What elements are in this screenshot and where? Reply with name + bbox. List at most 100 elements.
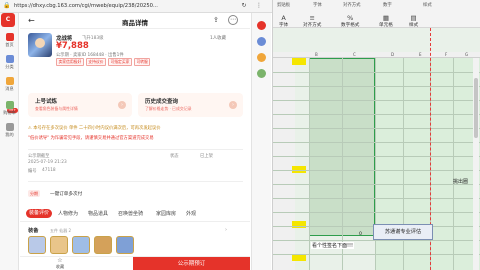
equipment-slot-1[interactable] bbox=[28, 236, 46, 254]
column-header[interactable]: E bbox=[419, 52, 422, 57]
detail-tabs: 装备评价 人物修为 物品道具 召唤兽坐骑 家园库房 外观 bbox=[20, 208, 250, 222]
sidebar-item-category[interactable]: 分类 bbox=[0, 55, 19, 70]
spreadsheet-window: 剪贴板 字体 对齐方式 数字 样式 A 字体 ≡ 对齐方式 % 数字格式 ▦ 单… bbox=[272, 0, 480, 270]
grid-line bbox=[273, 254, 480, 255]
grid-line bbox=[273, 198, 480, 199]
equipment-slot-2[interactable] bbox=[50, 236, 68, 254]
alignment-button[interactable]: ≡ 对齐方式 bbox=[303, 14, 321, 28]
number-format-button[interactable]: % 数字格式 bbox=[341, 14, 359, 28]
ribbon-group-label: 样式 bbox=[423, 3, 432, 8]
status-label: 状态 bbox=[170, 154, 179, 159]
chevron-right-icon: › bbox=[229, 101, 237, 109]
menu-icon[interactable]: ⋮ bbox=[255, 2, 263, 10]
tab-home[interactable]: 家园库房 bbox=[156, 210, 176, 217]
ribbon: 剪贴板 字体 对齐方式 数字 样式 A 字体 ≡ 对齐方式 % 数字格式 ▦ 单… bbox=[273, 0, 480, 28]
history-card-title: 历史成交查询 bbox=[145, 99, 179, 105]
font-button[interactable]: A 字体 bbox=[279, 14, 288, 28]
equipment-title: 装备 bbox=[28, 228, 39, 234]
sidebar-item-messages[interactable]: 消息 bbox=[0, 77, 19, 92]
equipment-slot-5[interactable] bbox=[116, 236, 134, 254]
history-card[interactable]: 历史成交查询 了解价格走势 · 已成交记录 › bbox=[138, 93, 243, 117]
reserve-button[interactable]: 公示期预订 bbox=[133, 257, 250, 270]
highlighted-cell[interactable] bbox=[292, 58, 306, 65]
trial-card[interactable]: 上号试炼 查看角色装备与属性详情 › bbox=[28, 93, 132, 117]
extension-icon[interactable] bbox=[257, 21, 266, 30]
sidebar-item-label: 消息 bbox=[5, 86, 14, 91]
sidebar-item-label: 购物车 bbox=[3, 110, 16, 115]
grid-line bbox=[273, 86, 480, 87]
grid-line bbox=[273, 156, 480, 157]
tag: 卖家信用极好 bbox=[56, 58, 84, 66]
star-icon: ☆ bbox=[57, 257, 63, 264]
reload-icon[interactable]: ↻ bbox=[240, 2, 248, 10]
bargain-notice: ⚠ 本号存在多次议价 单件 二十四小时内议价满次后，可再次发起议价 bbox=[28, 126, 161, 131]
installment-badge: 分期 bbox=[28, 190, 40, 197]
cell-value: 0 bbox=[359, 232, 362, 237]
column-header[interactable]: B bbox=[315, 52, 318, 57]
url-text[interactable]: https://dhxy.cbg.163.com/cgi/mweb/equip/… bbox=[14, 3, 229, 9]
grid-line bbox=[309, 58, 310, 270]
browser-url-bar[interactable]: 🔒 https://dhxy.cbg.163.com/cgi/mweb/equi… bbox=[0, 0, 300, 13]
cells-icon: ▦ bbox=[382, 14, 389, 22]
styles-button[interactable]: ▤ 样式 bbox=[409, 14, 418, 28]
grid-line bbox=[273, 114, 480, 115]
column-header[interactable]: G bbox=[465, 52, 468, 57]
tab-pets[interactable]: 召唤兽坐骑 bbox=[118, 210, 143, 217]
category-icon bbox=[5, 55, 14, 63]
cells-button[interactable]: ▦ 单元格 bbox=[379, 14, 393, 28]
tab-items[interactable]: 物品道具 bbox=[88, 210, 108, 217]
column-header[interactable]: D bbox=[391, 52, 394, 57]
favorite-count: 1人收藏 bbox=[210, 36, 226, 41]
sidebar-item-home[interactable]: 首页 bbox=[0, 33, 19, 48]
status-value: 已上架 bbox=[200, 154, 213, 159]
grid-line bbox=[453, 58, 454, 270]
share-icon[interactable]: ⇪ bbox=[213, 16, 219, 24]
product-detail-page: ← 商品详情 ⇪ ⋯ 龙战将 飞升183级 1人收藏 ¥7,888 公示期 · … bbox=[20, 13, 250, 270]
product-price: ¥7,888 bbox=[56, 41, 89, 51]
tab-cultivation[interactable]: 人物修为 bbox=[58, 210, 78, 217]
extension-sidebar bbox=[251, 13, 271, 270]
scrollbar-thumb[interactable] bbox=[474, 78, 478, 138]
ribbon-group-label: 对齐方式 bbox=[343, 3, 361, 8]
grid-line bbox=[273, 100, 480, 101]
character-avatar[interactable] bbox=[28, 33, 52, 57]
equipment-slot-4[interactable] bbox=[94, 236, 112, 254]
row-headers bbox=[273, 58, 295, 270]
extension-icon[interactable] bbox=[257, 53, 266, 62]
user-icon bbox=[5, 123, 14, 131]
tag: 支持议价 bbox=[85, 58, 106, 66]
grid-line bbox=[273, 170, 480, 171]
message-icon bbox=[5, 77, 14, 85]
divider bbox=[28, 149, 243, 150]
highlighted-cell[interactable] bbox=[292, 221, 306, 228]
trial-card-subtitle: 查看角色装备与属性详情 bbox=[35, 106, 78, 111]
column-header[interactable]: F bbox=[445, 52, 447, 57]
favorite-button[interactable]: ☆ 收藏 bbox=[50, 257, 70, 269]
more-icon[interactable]: ⋯ bbox=[228, 15, 238, 25]
sidebar-item-cart[interactable]: 购物车 bbox=[0, 101, 19, 116]
vertical-scrollbar[interactable] bbox=[473, 58, 479, 270]
cart-icon bbox=[5, 101, 14, 109]
highlighted-cell[interactable] bbox=[292, 254, 306, 261]
divider bbox=[28, 181, 243, 182]
home-icon bbox=[5, 33, 14, 41]
bottom-action-bar: ☆ 收藏 公示期预订 bbox=[20, 256, 250, 270]
text-box[interactable]: 苏通谢专业评估 bbox=[373, 224, 433, 240]
column-header[interactable]: C bbox=[353, 52, 356, 57]
extension-icon[interactable] bbox=[257, 69, 266, 78]
lock-icon: 🔒 bbox=[3, 2, 11, 9]
tab-appearance[interactable]: 外观 bbox=[186, 210, 196, 217]
site-logo[interactable]: C bbox=[1, 13, 15, 27]
chevron-right-icon[interactable]: › bbox=[225, 227, 227, 233]
publish-date: 2025-07-19 21:23 bbox=[28, 160, 67, 165]
fraud-warning: "低价诱导" 为诈骗常见手段，请谨慎交易并通过官方渠道完成交易 bbox=[28, 136, 154, 141]
installment-text[interactable]: 一键订单多次付 bbox=[50, 191, 82, 197]
equipment-slot-3[interactable] bbox=[72, 236, 90, 254]
chevron-right-icon: › bbox=[118, 101, 126, 109]
page-header: ← 商品详情 ⇪ ⋯ bbox=[20, 13, 250, 29]
extension-icon[interactable] bbox=[257, 37, 266, 46]
sidebar-item-label: 分类 bbox=[5, 64, 14, 69]
tab-equipment-eval[interactable]: 装备评价 bbox=[26, 209, 53, 218]
publish-label: 公示期截至 bbox=[28, 154, 50, 159]
sidebar-item-profile[interactable]: 我的 bbox=[0, 123, 19, 138]
